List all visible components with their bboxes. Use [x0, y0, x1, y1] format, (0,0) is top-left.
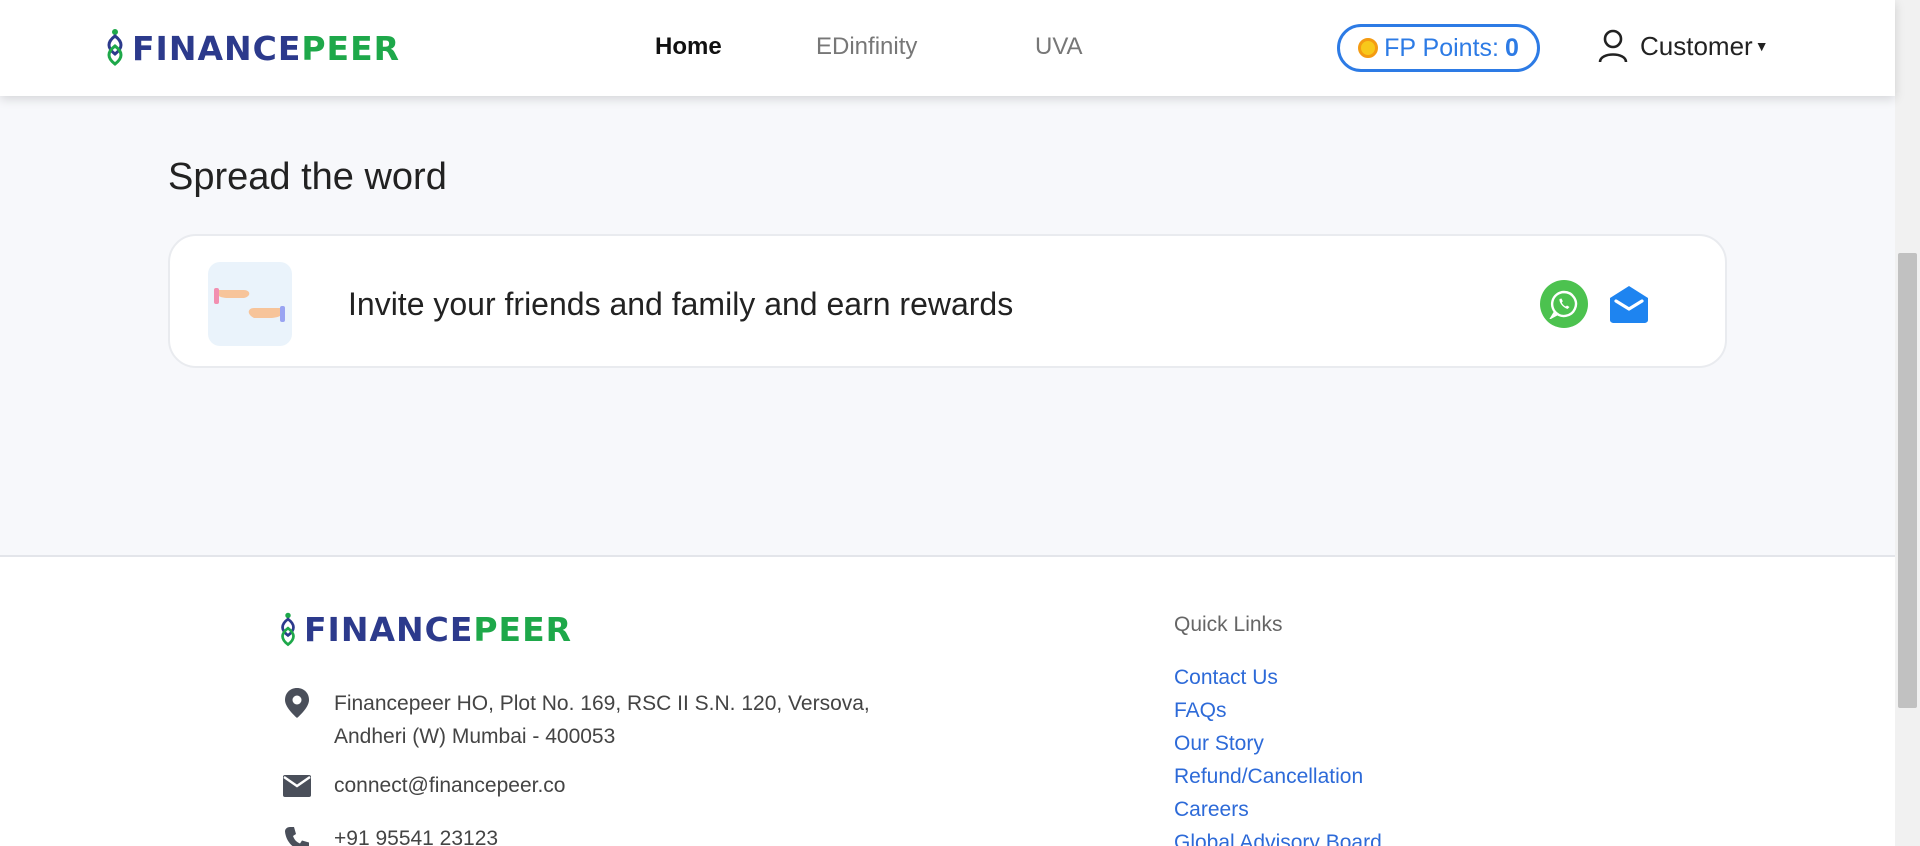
fp-points-value: 0: [1504, 33, 1519, 62]
whatsapp-share-button[interactable]: [1540, 280, 1588, 328]
location-pin-icon: [282, 687, 312, 753]
user-menu[interactable]: Customer ▼: [1598, 29, 1769, 63]
whatsapp-icon: [1549, 290, 1578, 319]
quick-link-careers[interactable]: Careers: [1174, 793, 1382, 826]
nav-home[interactable]: Home: [655, 33, 722, 61]
coin-icon: [1358, 38, 1379, 58]
phone-text[interactable]: +91 95541 23123: [334, 822, 498, 846]
top-header: FINANCE PEER Home EDinfinity UVA FP Point…: [0, 0, 1895, 96]
phone-icon: [282, 822, 312, 846]
spread-section-title: Spread the word: [168, 156, 447, 198]
logo-text-finance: FINANCE: [132, 28, 302, 68]
footer-logo[interactable]: FINANCE PEER: [278, 610, 572, 649]
nav-uva[interactable]: UVA: [1035, 33, 1083, 61]
user-icon: [1598, 29, 1628, 63]
invite-text: Invite your friends and family and earn …: [348, 286, 1014, 322]
quick-link-global-advisory-board[interactable]: Global Advisory Board: [1174, 826, 1382, 846]
invite-illustration: [208, 262, 292, 346]
nav-edinfinity[interactable]: EDinfinity: [816, 33, 917, 61]
mail-share-button[interactable]: [1608, 284, 1650, 324]
logo-mark-icon: [107, 29, 123, 66]
address-line-1: Financepeer HO, Plot No. 169, RSC II S.N…: [334, 692, 870, 715]
footer-email: connect@financepeer.co: [282, 769, 565, 802]
quick-links-list: Contact Us FAQs Our Story Refund/Cancell…: [1174, 661, 1382, 846]
invite-card: Invite your friends and family and earn …: [168, 234, 1727, 368]
caret-down-icon: ▼: [1754, 38, 1769, 54]
footer-phone: +91 95541 23123: [282, 822, 498, 846]
logo-text-peer: PEER: [473, 610, 573, 649]
quick-link-faqs[interactable]: FAQs: [1174, 694, 1382, 727]
quick-links-title: Quick Links: [1174, 613, 1283, 636]
envelope-icon: [282, 769, 312, 802]
footer-address: Financepeer HO, Plot No. 169, RSC II S.N…: [282, 687, 870, 753]
quick-link-contact-us[interactable]: Contact Us: [1174, 661, 1382, 694]
fp-points-label: FP Points:: [1384, 33, 1499, 62]
footer: FINANCE PEER Financepeer HO, Plot No. 169…: [0, 555, 1895, 846]
quick-link-refund[interactable]: Refund/Cancellation: [1174, 760, 1382, 793]
logo-text-finance: FINANCE: [304, 610, 474, 649]
fp-points-badge[interactable]: FP Points: 0: [1337, 24, 1540, 72]
email-text[interactable]: connect@financepeer.co: [334, 769, 565, 802]
header-logo[interactable]: FINANCE PEER: [104, 28, 400, 68]
user-name: Customer: [1640, 30, 1753, 61]
logo-text-peer: PEER: [301, 28, 401, 68]
scrollbar-thumb[interactable]: [1898, 253, 1917, 708]
quick-link-our-story[interactable]: Our Story: [1174, 727, 1382, 760]
hands-icon: [214, 288, 285, 322]
logo-mark-icon: [281, 612, 295, 646]
address-line-2: Andheri (W) Mumbai - 400053: [334, 725, 616, 748]
